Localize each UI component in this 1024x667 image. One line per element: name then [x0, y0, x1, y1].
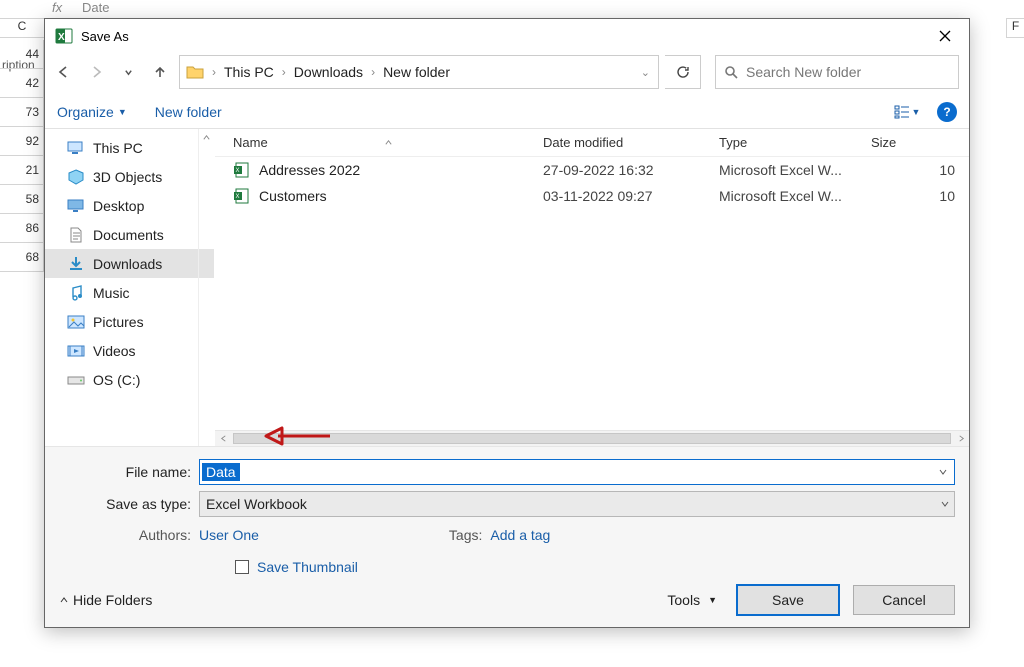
- col-name[interactable]: Name: [233, 135, 543, 150]
- search-placeholder: Search New folder: [746, 64, 861, 80]
- bottom-panel: File name: Data Save as type: Excel Work…: [45, 446, 969, 627]
- col-date[interactable]: Date modified: [543, 135, 719, 150]
- row-cell[interactable]: 86: [0, 214, 44, 243]
- tags-label: Tags:: [449, 527, 490, 543]
- chevron-down-icon: ▼: [118, 107, 127, 117]
- fx-label: fx: [52, 0, 62, 15]
- tree-videos[interactable]: Videos: [45, 336, 214, 365]
- excel-file-icon: X: [233, 162, 251, 178]
- excel-file-icon: X: [233, 188, 251, 204]
- row-cell[interactable]: 42: [0, 69, 44, 98]
- toolbar: Organize▼ New folder ▼ ?: [45, 95, 969, 129]
- row-cell[interactable]: 68: [0, 243, 44, 272]
- scroll-thumb[interactable]: [233, 433, 951, 444]
- video-icon: [67, 343, 85, 359]
- hide-folders-toggle[interactable]: Hide Folders: [59, 592, 152, 608]
- authors-label: Authors:: [59, 527, 199, 543]
- column-header-right[interactable]: F: [1006, 18, 1024, 38]
- excel-app-icon: X: [55, 27, 73, 45]
- file-row[interactable]: X Addresses 2022 27-09-2022 16:32 Micros…: [215, 157, 969, 183]
- column-headers[interactable]: Name Date modified Type Size: [215, 129, 969, 157]
- save-thumbnail-label[interactable]: Save Thumbnail: [257, 559, 358, 575]
- chevron-down-icon: [940, 496, 950, 512]
- tree-documents[interactable]: Documents: [45, 220, 214, 249]
- save-button[interactable]: Save: [737, 585, 839, 615]
- tools-menu[interactable]: Tools ▼: [667, 592, 717, 608]
- view-mode-button[interactable]: ▼: [891, 101, 923, 123]
- tree-pictures[interactable]: Pictures: [45, 307, 214, 336]
- row-cell[interactable]: 44: [0, 40, 44, 69]
- filename-input[interactable]: Data: [199, 459, 955, 485]
- close-button[interactable]: [931, 26, 959, 46]
- help-button[interactable]: ?: [937, 102, 957, 122]
- chevron-right-icon[interactable]: ›: [210, 65, 218, 79]
- chevron-right-icon[interactable]: ›: [369, 65, 377, 79]
- col-type[interactable]: Type: [719, 135, 871, 150]
- svg-text:X: X: [58, 32, 65, 43]
- chevron-down-icon: ▼: [708, 595, 717, 605]
- disk-icon: [67, 372, 85, 388]
- pc-icon: [67, 140, 85, 156]
- chevron-right-icon[interactable]: ›: [280, 65, 288, 79]
- breadcrumb-new-folder[interactable]: New folder: [379, 62, 454, 82]
- nav-row: › This PC › Downloads › New folder ⌄ Sea…: [45, 51, 969, 95]
- folder-icon: [186, 64, 204, 80]
- row-cell[interactable]: 58: [0, 185, 44, 214]
- organize-menu[interactable]: Organize▼: [57, 104, 127, 120]
- tree-this-pc[interactable]: This PC: [45, 133, 214, 162]
- desktop-icon: [67, 198, 85, 214]
- col-size[interactable]: Size: [871, 135, 969, 150]
- filename-value: Data: [202, 463, 240, 481]
- scroll-left-icon[interactable]: [215, 431, 231, 446]
- formula-value: Date: [82, 0, 109, 15]
- tree-scrollbar[interactable]: [198, 129, 214, 446]
- svg-text:X: X: [236, 168, 240, 174]
- cube-icon: [67, 169, 85, 185]
- save-thumbnail-checkbox[interactable]: [235, 560, 249, 574]
- save-as-dialog: X Save As › This PC › Downloads › New fo…: [44, 18, 970, 628]
- savetype-label: Save as type:: [59, 496, 199, 512]
- picture-icon: [67, 314, 85, 330]
- svg-text:X: X: [236, 194, 240, 200]
- cancel-button[interactable]: Cancel: [853, 585, 955, 615]
- tree-scroll-up-icon[interactable]: [198, 129, 214, 145]
- dialog-title: Save As: [81, 29, 931, 44]
- tree-music[interactable]: Music: [45, 278, 214, 307]
- tree-3d-objects[interactable]: 3D Objects: [45, 162, 214, 191]
- titlebar: X Save As: [45, 19, 969, 51]
- column-header-c[interactable]: C: [0, 18, 44, 38]
- nav-up-button[interactable]: [147, 59, 173, 85]
- tags-value[interactable]: Add a tag: [490, 527, 550, 543]
- row-cell[interactable]: 73: [0, 98, 44, 127]
- authors-value[interactable]: User One: [199, 527, 259, 543]
- address-bar[interactable]: › This PC › Downloads › New folder ⌄: [179, 55, 659, 89]
- refresh-button[interactable]: [665, 55, 701, 89]
- filename-history-dropdown[interactable]: [934, 462, 952, 482]
- document-icon: [67, 227, 85, 243]
- file-list: Name Date modified Type Size X Addresses…: [215, 129, 969, 446]
- horizontal-scrollbar[interactable]: [215, 430, 969, 446]
- nav-back-button[interactable]: [51, 59, 77, 85]
- nav-recent-dropdown[interactable]: [115, 59, 141, 85]
- address-dropdown[interactable]: ⌄: [639, 66, 652, 79]
- folder-tree: This PC 3D Objects Desktop Documents Dow…: [45, 129, 215, 446]
- tree-os-drive[interactable]: OS (C:): [45, 365, 214, 394]
- breadcrumb-downloads[interactable]: Downloads: [290, 62, 367, 82]
- tree-desktop[interactable]: Desktop: [45, 191, 214, 220]
- sort-asc-icon: [384, 135, 393, 150]
- scroll-right-icon[interactable]: [953, 431, 969, 446]
- new-folder-button[interactable]: New folder: [155, 104, 222, 120]
- tree-downloads[interactable]: Downloads: [45, 249, 214, 278]
- savetype-combo[interactable]: Excel Workbook: [199, 491, 955, 517]
- row-cell[interactable]: 92: [0, 127, 44, 156]
- nav-forward-button[interactable]: [83, 59, 109, 85]
- filename-label: File name:: [59, 464, 199, 480]
- breadcrumb-this-pc[interactable]: This PC: [220, 62, 278, 82]
- file-row[interactable]: X Customers 03-11-2022 09:27 Microsoft E…: [215, 183, 969, 209]
- music-icon: [67, 285, 85, 301]
- chevron-down-icon: ▼: [912, 107, 921, 117]
- download-icon: [67, 256, 85, 272]
- search-input[interactable]: Search New folder: [715, 55, 959, 89]
- row-cell[interactable]: 21: [0, 156, 44, 185]
